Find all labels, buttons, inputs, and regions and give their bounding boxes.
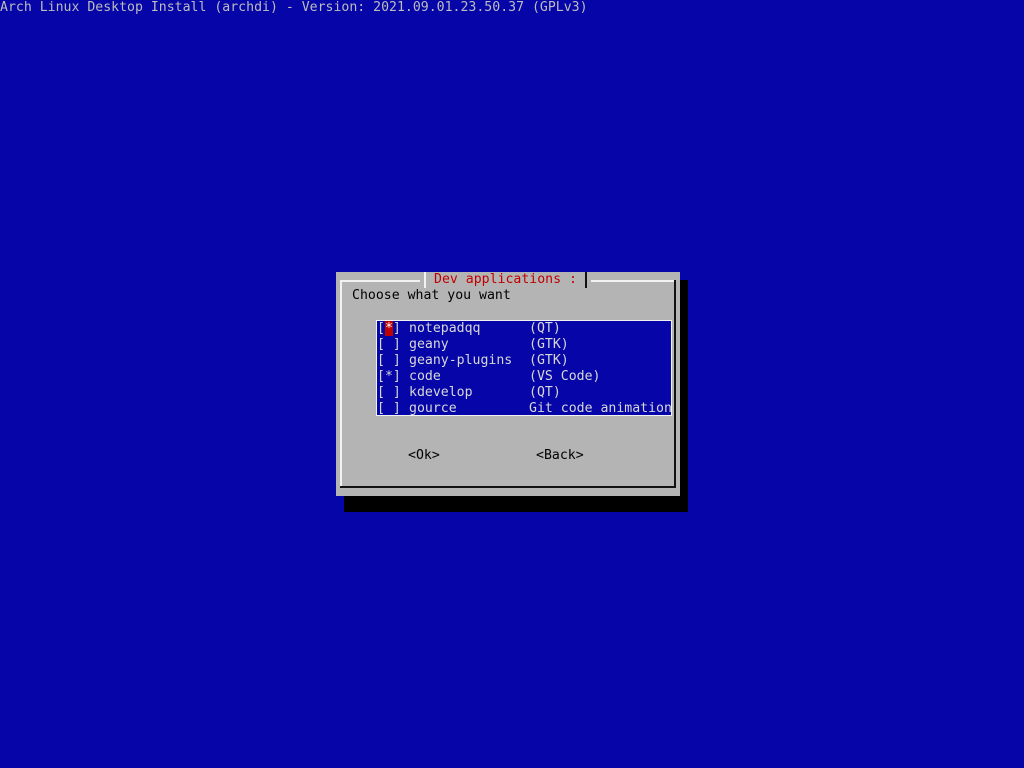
bracket-left: [ xyxy=(377,321,385,336)
dialog-title-bar: Dev applications : xyxy=(420,272,591,288)
checkbox[interactable]: [*] xyxy=(377,321,401,337)
package-name: gource xyxy=(409,401,457,416)
dialog-border-left xyxy=(340,280,342,488)
checkbox[interactable]: [ ] xyxy=(377,337,401,353)
ok-button[interactable]: <Ok> xyxy=(408,448,440,464)
checklist-item-gource[interactable]: [ ] gource Git code animation xyxy=(377,401,672,417)
package-description: (QT) xyxy=(529,321,561,336)
package-name: kdevelop xyxy=(409,385,473,400)
checklist-item-kdevelop[interactable]: [ ] kdevelop (QT) xyxy=(377,385,671,401)
checklist-item-notepadqq[interactable]: [*] notepadqq (QT) xyxy=(377,321,671,337)
checklist-item-code[interactable]: [*] code (VS Code) xyxy=(377,369,671,385)
package-name: geany-plugins xyxy=(409,353,513,368)
checklist: [*] notepadqq (QT) [ ] geany (GTK) [ ] g… xyxy=(376,320,672,416)
checklist-dialog: Dev applications : Choose what you want … xyxy=(336,272,680,496)
dialog-border-bottom xyxy=(340,486,676,488)
dialog-shadow-right xyxy=(680,280,688,512)
checklist-item-geany[interactable]: [ ] geany (GTK) xyxy=(377,337,671,353)
bracket-right: ] xyxy=(392,321,401,336)
checkbox[interactable]: [ ] xyxy=(377,353,401,369)
package-description: (GTK) xyxy=(529,353,569,368)
package-name: geany xyxy=(409,337,449,352)
check-mark: * xyxy=(384,321,393,336)
title-separator-right xyxy=(584,272,587,288)
package-description: (QT) xyxy=(529,385,561,400)
checkbox[interactable]: [ ] xyxy=(377,385,401,401)
back-button[interactable]: <Back> xyxy=(536,448,584,464)
package-description: (VS Code) xyxy=(529,369,601,384)
package-name: notepadqq xyxy=(409,321,481,336)
package-description: (GTK) xyxy=(529,337,569,352)
backtitle: Arch Linux Desktop Install (archdi) - Ve… xyxy=(0,0,588,15)
dialog-prompt: Choose what you want xyxy=(352,288,511,303)
checklist-item-geany-plugins[interactable]: [ ] geany-plugins (GTK) xyxy=(377,353,671,369)
dialog-border-right xyxy=(674,280,676,488)
checkbox[interactable]: [ ] xyxy=(377,401,401,417)
checkbox[interactable]: [*] xyxy=(377,369,401,385)
package-name: code xyxy=(409,369,441,384)
package-description: Git code animation xyxy=(529,401,672,416)
dialog-shadow xyxy=(344,496,688,512)
dialog-title: Dev applications : xyxy=(434,272,577,287)
